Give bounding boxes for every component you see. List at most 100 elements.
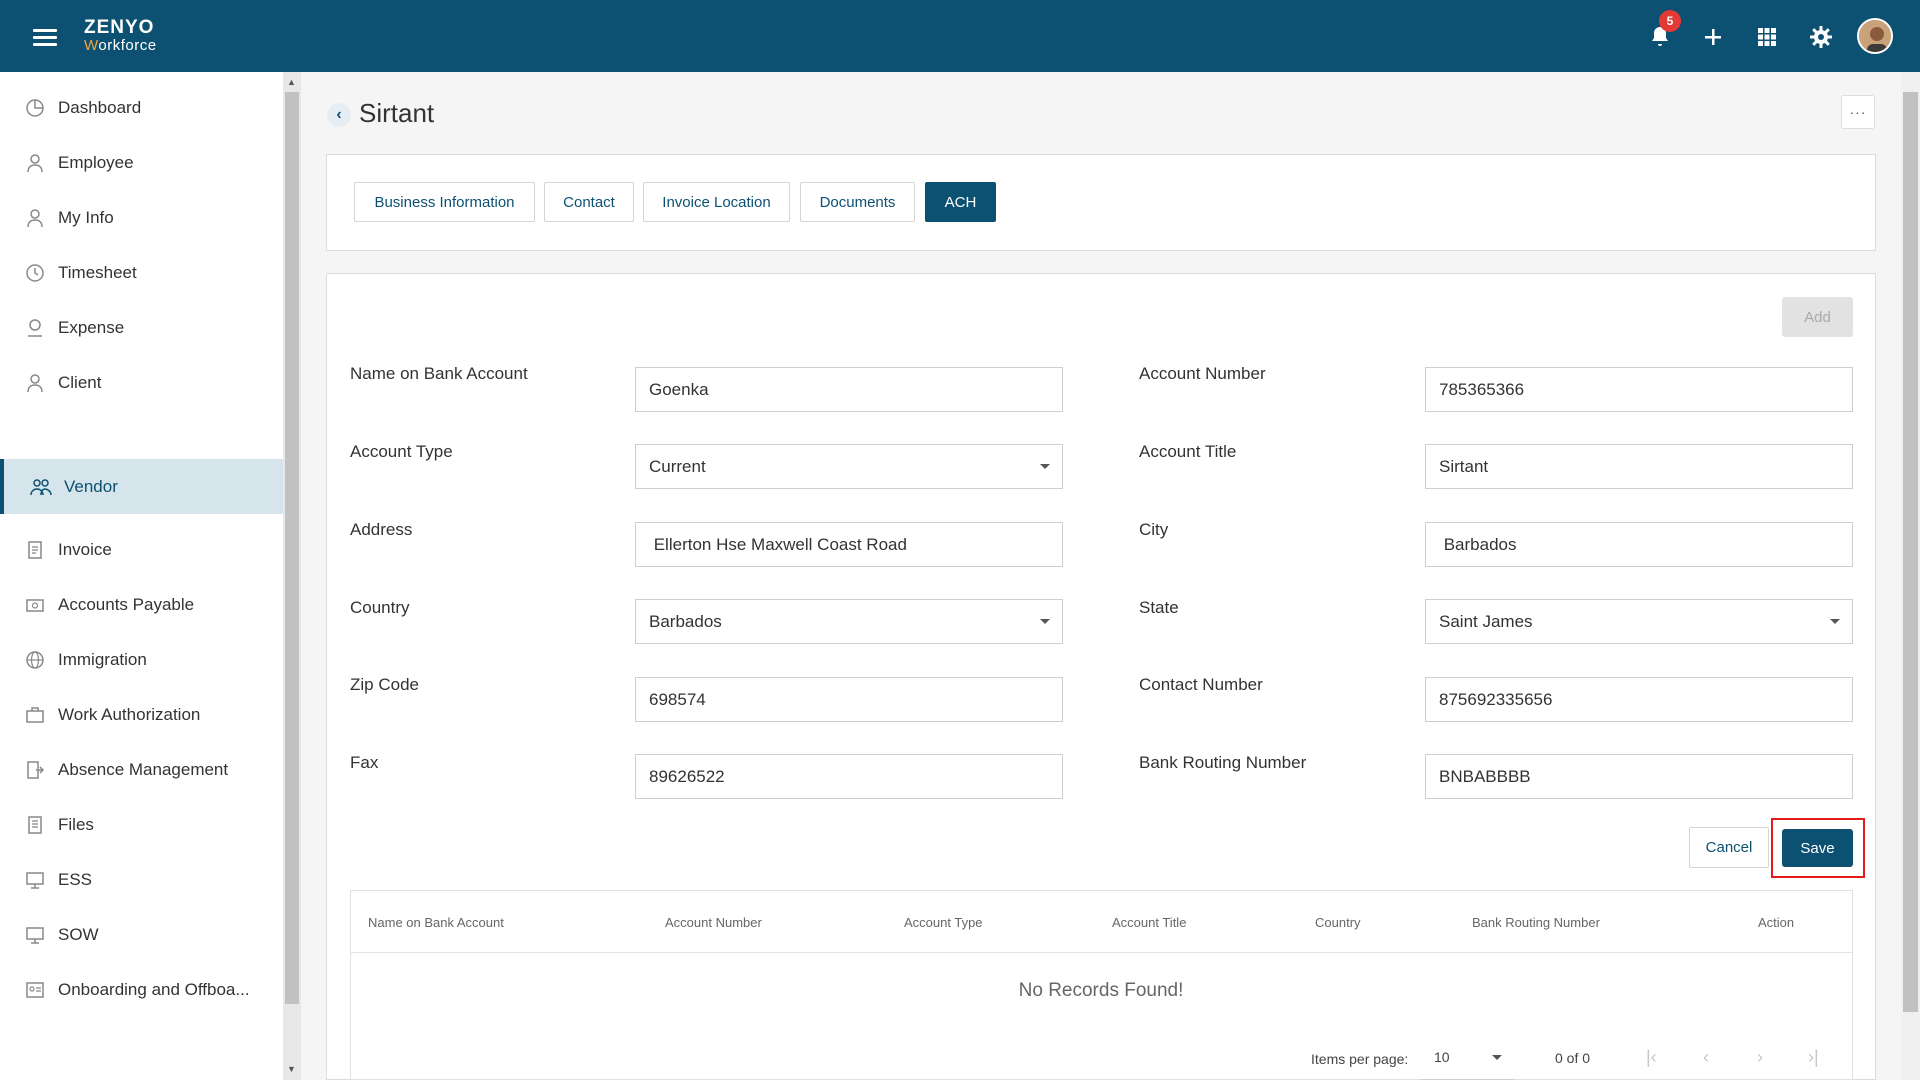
cancel-button[interactable]: Cancel [1689, 827, 1769, 868]
city-field[interactable]: Barbados [1425, 522, 1853, 567]
fax-field[interactable]: 89626522 [635, 754, 1063, 799]
fax-label: Fax [350, 753, 379, 772]
save-button[interactable]: Save [1782, 829, 1853, 867]
sidebar-item-label: My Info [58, 207, 114, 227]
name-on-bank-account-field[interactable]: Goenka [635, 367, 1063, 412]
notification-badge: 5 [1659, 10, 1681, 32]
sidebar-item-employee[interactable]: Employee [0, 135, 283, 190]
sidebar-item-my-info[interactable]: My Info [0, 190, 283, 245]
address-label: Address [350, 520, 413, 539]
sidebar-item-client[interactable]: Client [0, 355, 283, 410]
sidebar-item-label: Dashboard [58, 97, 142, 117]
last-page-icon[interactable]: ›| [1808, 1047, 1819, 1068]
items-per-page-select[interactable]: 10 [1421, 1035, 1514, 1080]
chevron-down-icon [1830, 619, 1840, 624]
account-type-select[interactable]: Current [635, 444, 1063, 489]
sidebar-item-immigration[interactable]: Immigration [0, 632, 283, 687]
sidebar-item-label: Expense [58, 317, 125, 337]
zip-code-field[interactable]: 698574 [635, 677, 1063, 722]
my-info-icon [24, 207, 46, 229]
bank-routing-number-label: Bank Routing Number [1139, 753, 1307, 772]
gear-icon[interactable] [1806, 22, 1836, 52]
sidebar-item-label: ESS [58, 869, 93, 889]
column-header-account-title[interactable]: Account Title [1112, 915, 1186, 930]
sidebar-scrollbar-thumb[interactable] [285, 92, 299, 1004]
globe-icon [24, 649, 46, 671]
column-header-account-number[interactable]: Account Number [665, 915, 762, 930]
clock-icon [24, 262, 46, 284]
column-header-bank-routing-number[interactable]: Bank Routing Number [1472, 915, 1600, 930]
employee-icon [24, 152, 46, 174]
sidebar-item-label: Invoice [58, 539, 112, 559]
vendor-icon [30, 476, 52, 498]
sow-icon [24, 924, 46, 946]
account-title-label: Account Title [1139, 442, 1237, 461]
dashboard-icon [24, 97, 46, 119]
sidebar-item-timesheet[interactable]: Timesheet [0, 245, 283, 300]
table-header-divider [351, 952, 1852, 953]
contact-number-field[interactable]: 875692335656 [1425, 677, 1853, 722]
sidebar-item-label: Employee [58, 152, 134, 172]
scroll-up-icon[interactable]: ▲ [287, 77, 296, 87]
sidebar-item-label: Absence Management [58, 759, 229, 779]
city-label: City [1139, 520, 1169, 539]
main-scrollbar-thumb[interactable] [1903, 92, 1918, 1012]
column-header-name-on-bank-account[interactable]: Name on Bank Account [368, 915, 504, 930]
chevron-down-icon [1040, 619, 1050, 624]
sidebar-item-dashboard[interactable]: Dashboard [0, 80, 283, 135]
sidebar-item-label: SOW [58, 924, 99, 944]
country-select[interactable]: Barbados [635, 599, 1063, 644]
tab-contact[interactable]: Contact [544, 182, 634, 222]
column-header-country[interactable]: Country [1315, 915, 1361, 930]
apps-grid-icon[interactable] [1752, 22, 1782, 52]
avatar[interactable] [1857, 18, 1893, 54]
account-number-label: Account Number [1139, 364, 1266, 383]
absence-icon [24, 759, 46, 781]
client-icon [24, 372, 46, 394]
first-page-icon[interactable]: |‹ [1646, 1047, 1657, 1068]
tab-ach[interactable]: ACH [925, 182, 996, 222]
plus-icon[interactable] [1698, 22, 1728, 52]
sidebar-item-sow[interactable]: SOW [0, 907, 283, 962]
more-options-button[interactable]: ··· [1841, 95, 1875, 129]
top-header: ZENYO Workforce 5 [0, 0, 1920, 72]
tab-documents[interactable]: Documents [800, 182, 915, 222]
sidebar-item-expense[interactable]: Expense [0, 300, 283, 355]
add-button[interactable]: Add [1782, 297, 1853, 337]
next-page-icon[interactable]: › [1757, 1047, 1763, 1068]
back-button[interactable]: ‹ [327, 103, 351, 127]
tab-business-information[interactable]: Business Information [354, 182, 535, 222]
address-field[interactable]: Ellerton Hse Maxwell Coast Road [635, 522, 1063, 567]
chevron-down-icon [1040, 464, 1050, 469]
chevron-down-icon [1492, 1055, 1502, 1060]
empty-state-message: No Records Found! [1018, 980, 1184, 1001]
previous-page-icon[interactable]: ‹ [1703, 1047, 1709, 1068]
bank-routing-number-field[interactable]: BNBABBBB [1425, 754, 1853, 799]
state-select[interactable]: Saint James [1425, 599, 1853, 644]
expense-icon [24, 317, 46, 339]
account-title-field[interactable]: Sirtant [1425, 444, 1853, 489]
pagination-range: 0 of 0 [1555, 1050, 1591, 1066]
sidebar-item-accounts-payable[interactable]: Accounts Payable [0, 577, 283, 632]
sidebar-item-invoice[interactable]: Invoice [0, 522, 283, 577]
sidebar-item-label: Vendor [64, 476, 118, 496]
sidebar-item-label: Files [58, 814, 94, 834]
sidebar-item-absence-management[interactable]: Absence Management [0, 742, 283, 797]
account-number-field[interactable]: 785365366 [1425, 367, 1853, 412]
sidebar-item-files[interactable]: Files [0, 797, 283, 852]
tab-invoice-location[interactable]: Invoice Location [643, 182, 790, 222]
logo-text-bottom: Workforce [84, 37, 157, 54]
scroll-down-icon[interactable]: ▼ [287, 1064, 296, 1074]
menu-icon[interactable] [33, 29, 57, 46]
sidebar-item-work-authorization[interactable]: Work Authorization [0, 687, 283, 742]
sidebar-item-vendor[interactable]: Vendor [0, 459, 283, 514]
account-type-label: Account Type [350, 442, 453, 461]
sidebar-item-label: Accounts Payable [58, 594, 195, 614]
column-header-account-type[interactable]: Account Type [904, 915, 983, 930]
sidebar-item-ess[interactable]: ESS [0, 852, 283, 907]
page-title: Sirtant [359, 98, 435, 128]
accounts-payable-icon [24, 594, 46, 616]
app-logo[interactable]: ZENYO Workforce [84, 18, 157, 53]
sidebar-item-label: Work Authorization [58, 704, 201, 724]
zip-code-label: Zip Code [350, 675, 419, 694]
